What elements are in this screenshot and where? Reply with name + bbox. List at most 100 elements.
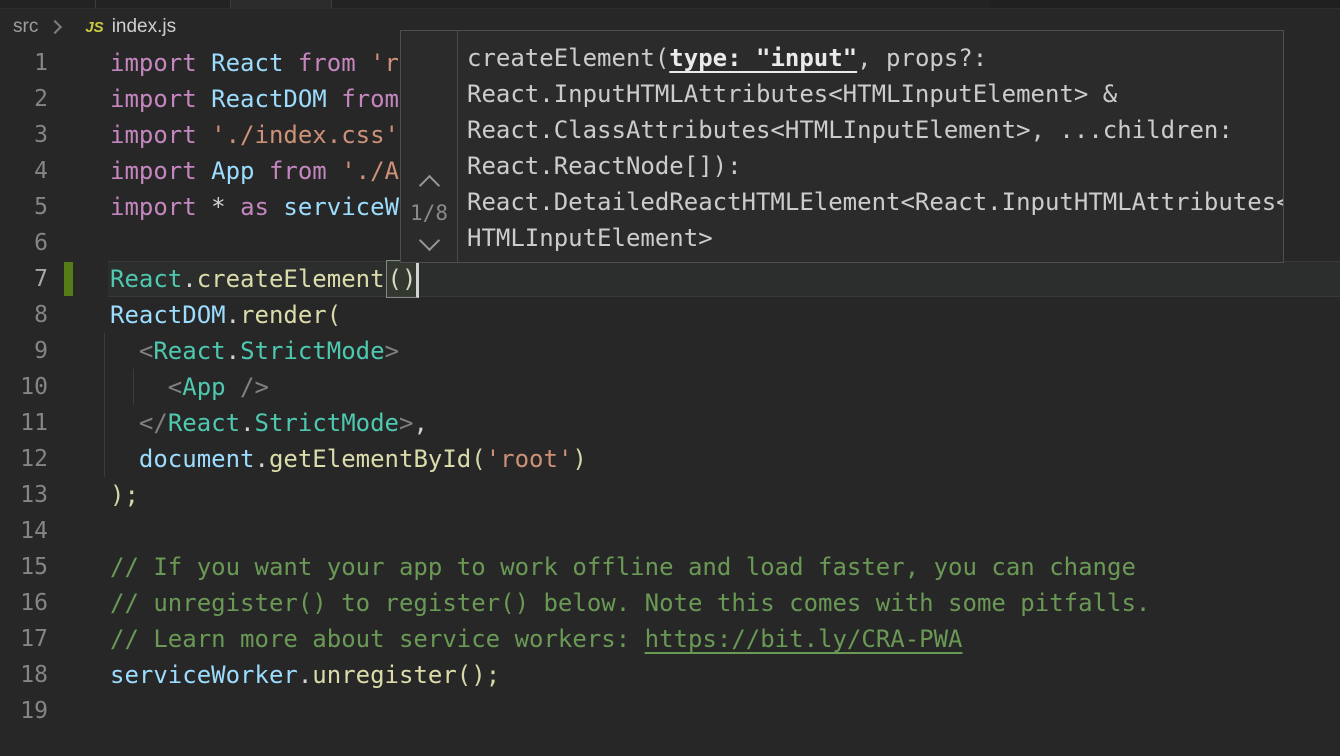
line-number[interactable]: 17 [0,621,48,657]
indent-guide-line [104,405,105,441]
chevron-up-icon[interactable] [418,175,439,196]
line-number[interactable]: 4 [0,153,48,189]
code-line[interactable]: 18serviceWorker.unregister(); [0,657,1340,693]
code-line[interactable]: 9 <React.StrictMode> [0,333,1340,369]
code-token: . [255,445,269,473]
tab-bar-edge [0,0,1340,9]
code-line[interactable]: 8ReactDOM.render( [0,297,1340,333]
code-line[interactable]: 16// unregister() to register() below. N… [0,585,1340,621]
code-token: serviceW [283,193,399,221]
code-token: 'r [370,49,399,77]
code-token: StrictMode [240,337,385,365]
code-token: ( [471,445,485,473]
line-number[interactable]: 15 [0,549,48,585]
code-token: </ [139,409,168,437]
code-token: StrictMode [255,409,400,437]
code-token [110,445,139,473]
code-line[interactable]: 14 [0,513,1340,549]
overload-pager: 1/8 [401,31,458,262]
matched-brackets-cursor: () [386,260,420,298]
hint-text: createElement( [467,44,669,72]
breadcrumb-folder[interactable]: src [13,16,38,38]
indent-guide-line [104,369,105,405]
indent-guide-line [104,333,105,369]
code-line[interactable]: 13); [0,477,1340,513]
code-line[interactable]: 10 <App /> [0,369,1340,405]
hint-text: React.InputHTMLAttributes<HTMLInputEleme… [467,80,1117,108]
code-token: React [168,409,240,437]
chevron-down-icon[interactable] [418,230,439,251]
code-token: from [269,157,341,185]
line-number[interactable]: 14 [0,513,48,549]
hint-line: createElement(type: "input", props?: [467,40,1283,76]
hint-line: React.DetailedReactHTMLElement<React.Inp… [467,184,1283,220]
code-token: ); [110,481,139,509]
breadcrumb-file[interactable]: index.js [112,16,176,38]
code-token: . [240,409,254,437]
hint-line: React.ReactNode[]): [467,148,1283,184]
code-token: < [139,337,153,365]
hint-text: HTMLInputElement> [467,224,713,252]
code-line[interactable]: 19 [0,693,1340,729]
code-token: ReactDOM [211,85,341,113]
code-token: > [399,409,413,437]
code-token: import [110,85,211,113]
code-token: ) [572,445,586,473]
indent-guide-line [104,441,105,477]
code-token: . [226,337,240,365]
code-token: > [385,337,399,365]
code-token: import [110,157,211,185]
line-number[interactable]: 5 [0,189,48,225]
code-token: React [153,337,225,365]
line-number[interactable]: 7 [0,261,48,297]
overload-counter: 1/8 [410,202,448,224]
code-line[interactable]: 12 document.getElementById('root') [0,441,1340,477]
js-file-icon: JS [85,19,103,36]
code-token: App [211,157,269,185]
hint-signature: createElement(type: "input", props?: Reac… [458,31,1283,262]
code-token: ( [327,301,341,329]
line-number[interactable]: 18 [0,657,48,693]
code-token: import [110,49,211,77]
code-token: . [226,301,240,329]
line-number[interactable]: 9 [0,333,48,369]
link[interactable]: https://bit.ly/CRA-PWA [645,625,963,653]
code-token [110,337,139,365]
line-number[interactable]: 13 [0,477,48,513]
code-token: . [182,265,196,293]
code-token: createElement [197,265,385,293]
hint-line: React.ClassAttributes<HTMLInputElement>,… [467,112,1283,148]
line-number[interactable]: 8 [0,297,48,333]
code-token: 'root' [486,445,573,473]
code-token: App [182,373,225,401]
line-number[interactable]: 6 [0,225,48,261]
code-line[interactable]: 7 React.createElement() [0,261,1340,297]
gutter-added-indicator [64,262,73,296]
parameter-hints-widget: 1/8 createElement(type: "input", props?:… [400,30,1284,263]
code-token: getElementById [269,445,471,473]
line-number[interactable]: 16 [0,585,48,621]
line-number[interactable]: 19 [0,693,48,729]
line-number[interactable]: 2 [0,81,48,117]
code-token: , [413,409,427,437]
code-token: // If you want your app to work offline … [110,553,1136,581]
code-token: import [110,121,211,149]
chevron-right-icon [48,20,62,34]
code-token: from [341,85,399,113]
code-line[interactable]: 15 // If you want your app to work offlin… [0,549,1340,585]
line-number[interactable]: 12 [0,441,48,477]
code-token: < [168,373,182,401]
line-number[interactable]: 11 [0,405,48,441]
code-token [110,409,139,437]
code-line[interactable]: 11 </React.StrictMode>, [0,405,1340,441]
hint-text: , props?: [857,44,987,72]
code-line[interactable]: 17// Learn more about service workers: h… [0,621,1340,657]
line-number[interactable]: 3 [0,117,48,153]
line-number[interactable]: 1 [0,45,48,81]
code-token: /> [226,373,269,401]
code-token: React [110,265,182,293]
line-number[interactable]: 10 [0,369,48,405]
code-token: './A [341,157,399,185]
code-token: serviceWorker [110,661,298,689]
hint-text: React.ReactNode[]): [467,152,742,180]
